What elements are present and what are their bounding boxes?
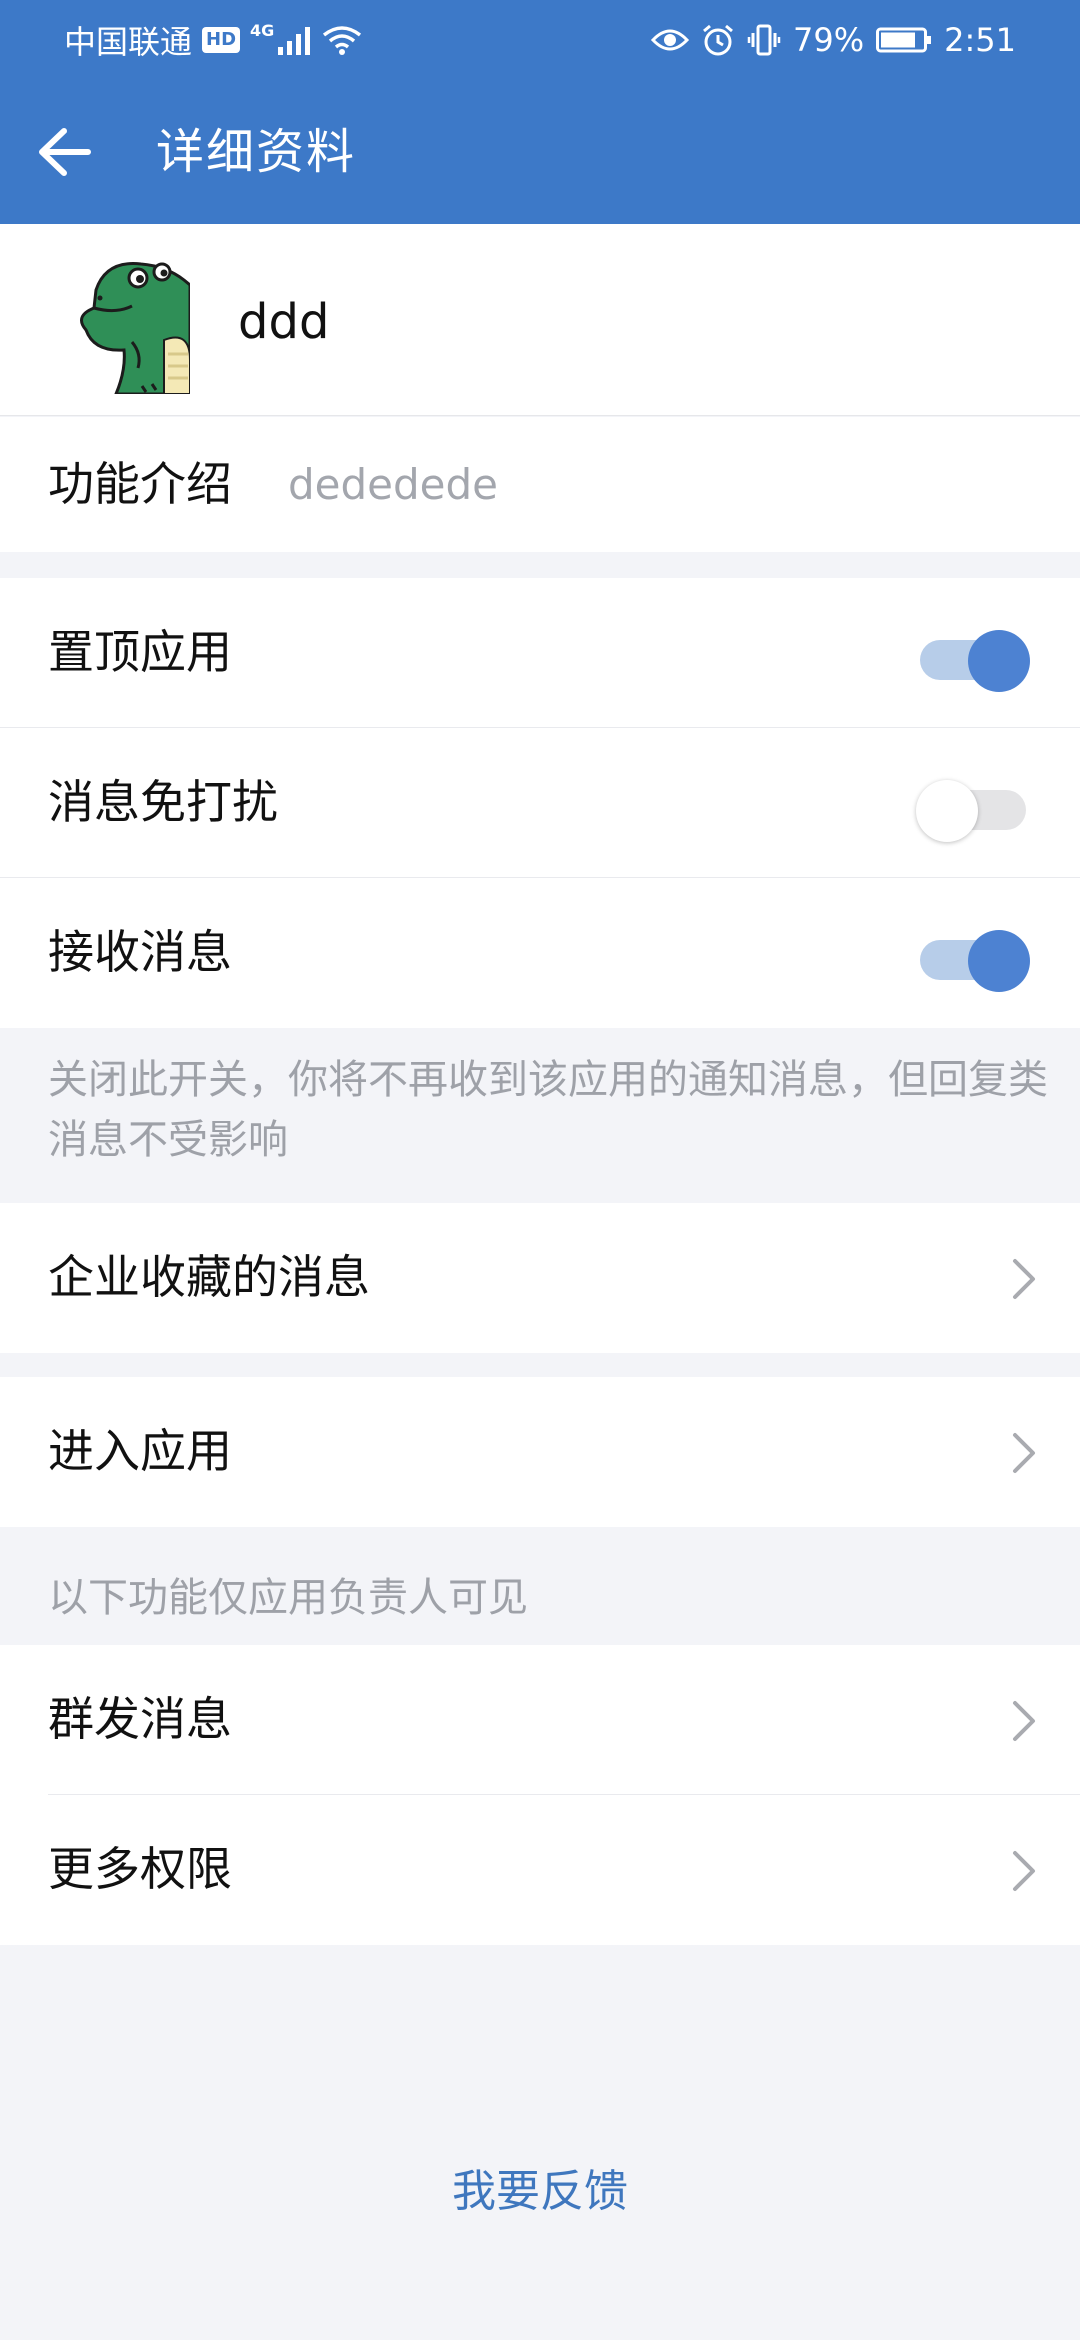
header: 中国联通 HD 4G 79% 2:51 详细资料 bbox=[0, 0, 1080, 224]
battery-percent: 79% bbox=[793, 21, 865, 59]
pin-app-row[interactable]: 置顶应用 bbox=[0, 578, 1080, 728]
feedback-link[interactable]: 我要反馈 bbox=[0, 2164, 1080, 2220]
chevron-right-icon bbox=[1013, 1259, 1035, 1299]
status-left: 中国联通 HD 4G bbox=[64, 18, 362, 62]
broadcast-row[interactable]: 群发消息 bbox=[0, 1645, 1080, 1795]
chevron-right-icon bbox=[1013, 1851, 1035, 1891]
crocodile-avatar-image bbox=[46, 250, 190, 394]
do-not-disturb-row[interactable]: 消息免打扰 bbox=[0, 728, 1080, 878]
app-bar: 详细资料 bbox=[0, 80, 1080, 224]
back-arrow-icon bbox=[39, 128, 91, 176]
app-avatar[interactable] bbox=[46, 250, 190, 394]
receive-messages-switch[interactable] bbox=[916, 920, 1030, 992]
battery-icon bbox=[876, 27, 932, 53]
saved-messages-label: 企业收藏的消息 bbox=[48, 1250, 370, 1304]
more-permissions-row[interactable]: 更多权限 bbox=[0, 1795, 1080, 1945]
admin-section-label: 以下功能仅应用负责人可见 bbox=[48, 1575, 528, 1621]
status-bar: 中国联通 HD 4G 79% 2:51 bbox=[0, 0, 1080, 80]
pin-app-label: 置顶应用 bbox=[48, 625, 232, 679]
status-right: 79% 2:51 bbox=[651, 18, 1016, 62]
pin-app-switch[interactable] bbox=[916, 620, 1030, 692]
back-button[interactable] bbox=[26, 120, 102, 184]
hd-badge: HD bbox=[202, 27, 241, 53]
app-name: ddd bbox=[238, 294, 330, 350]
switch-knob bbox=[916, 780, 978, 842]
clock-time: 2:51 bbox=[944, 21, 1016, 59]
switch-knob bbox=[968, 930, 1030, 992]
chevron-right-icon bbox=[1013, 1701, 1035, 1741]
carrier-name: 中国联通 bbox=[64, 23, 193, 61]
enter-app-row[interactable]: 进入应用 bbox=[0, 1377, 1080, 1527]
intro-row: 功能介绍 dededede bbox=[0, 417, 1080, 552]
more-permissions-label: 更多权限 bbox=[48, 1842, 232, 1896]
receive-messages-hint: 关闭此开关，你将不再收到该应用的通知消息，但回复类消息不受影响 bbox=[48, 1057, 1048, 1163]
switch-knob bbox=[968, 630, 1030, 692]
broadcast-label: 群发消息 bbox=[48, 1692, 232, 1746]
signal-icon bbox=[278, 27, 311, 55]
intro-label: 功能介绍 bbox=[48, 457, 232, 511]
page-title: 详细资料 bbox=[156, 124, 357, 180]
eye-icon bbox=[651, 29, 690, 51]
profile-header: ddd bbox=[0, 224, 1080, 416]
do-not-disturb-label: 消息免打扰 bbox=[48, 775, 278, 829]
intro-value: dededede bbox=[288, 460, 498, 509]
vibrate-icon bbox=[747, 24, 781, 56]
enter-app-label: 进入应用 bbox=[48, 1424, 232, 1478]
do-not-disturb-switch[interactable] bbox=[916, 770, 1030, 842]
receive-messages-label: 接收消息 bbox=[48, 925, 232, 979]
wifi-icon bbox=[323, 26, 362, 55]
network-type: 4G bbox=[250, 20, 275, 40]
receive-messages-row[interactable]: 接收消息 bbox=[0, 878, 1080, 1028]
saved-messages-row[interactable]: 企业收藏的消息 bbox=[0, 1203, 1080, 1353]
chevron-right-icon bbox=[1013, 1433, 1035, 1473]
alarm-icon bbox=[703, 24, 733, 56]
